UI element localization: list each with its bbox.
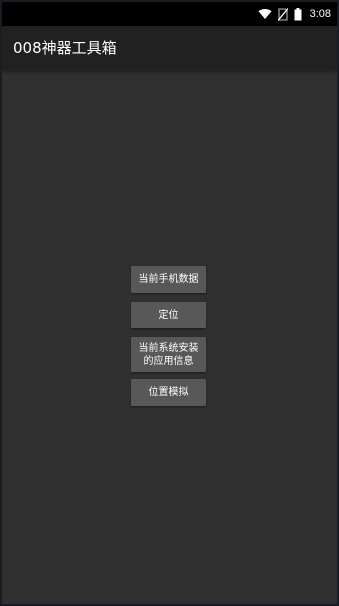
status-bar: 3:08 <box>2 2 337 26</box>
device-screen: 3:08 008神器工具箱 当前手机数据 定位 当前系统安装 的应用信息 位置模… <box>2 2 337 604</box>
main-content: 当前手机数据 定位 当前系统安装 的应用信息 位置模拟 <box>2 70 337 604</box>
battery-icon <box>294 7 302 21</box>
status-clock: 3:08 <box>309 8 331 20</box>
button-label: 位置模拟 <box>148 387 189 398</box>
location-button[interactable]: 定位 <box>131 302 206 328</box>
button-label: 当前系统安装 的应用信息 <box>138 342 199 367</box>
button-label: 当前手机数据 <box>138 274 199 285</box>
button-label: 定位 <box>158 309 179 321</box>
wifi-icon <box>258 8 272 20</box>
current-phone-data-button[interactable]: 当前手机数据 <box>131 266 206 293</box>
no-sim-icon <box>277 7 288 21</box>
app-toolbar: 008神器工具箱 <box>2 26 337 70</box>
app-title: 008神器工具箱 <box>13 39 117 57</box>
location-simulation-button[interactable]: 位置模拟 <box>131 379 206 406</box>
installed-apps-info-button[interactable]: 当前系统安装 的应用信息 <box>131 337 206 372</box>
status-icons: 3:08 <box>258 5 331 23</box>
